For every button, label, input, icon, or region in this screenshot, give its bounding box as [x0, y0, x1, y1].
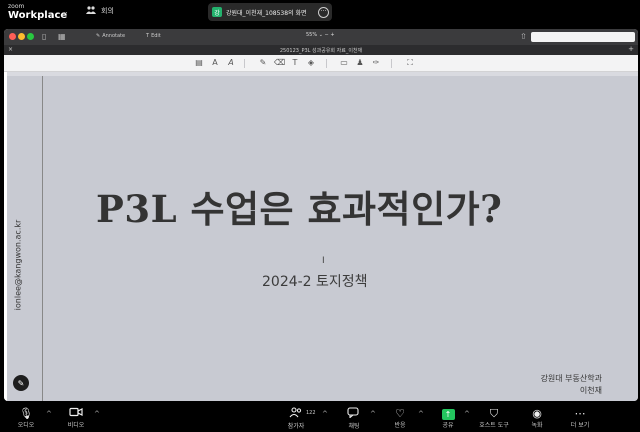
- pen-icon: ✎: [96, 33, 101, 39]
- video-button[interactable]: 비디오: [56, 407, 96, 430]
- meeting-menu[interactable]: 회의: [86, 6, 114, 16]
- annotate-pencil-icon[interactable]: ✎: [13, 375, 29, 391]
- meeting-label: 회의: [101, 7, 114, 15]
- share-title: 강원대_이천재_108538의 화면: [226, 9, 307, 17]
- heart-icon: ♡: [395, 407, 405, 420]
- share-user-badge: 강: [212, 7, 222, 17]
- slide-canvas: [4, 72, 638, 401]
- annotation-toolbar: ▤ A A ✎ ⌫ T ◈ ▭ ♟ ✑ ⛶: [4, 55, 638, 72]
- zoom-out-icon[interactable]: −: [325, 32, 329, 38]
- email-wrap: ionlee@kangwon.ac.kr: [3, 215, 33, 315]
- share-icon[interactable]: ⇧: [520, 32, 527, 41]
- microphone-icon: 🎙︎: [19, 407, 33, 420]
- zoom-screen: zoom Workplace ⌄ 회의 강 강원대_이천재_108538의 화면…: [0, 0, 640, 432]
- text-cursor-icon: I: [322, 256, 325, 266]
- share-label: 공유: [442, 422, 454, 429]
- record-button[interactable]: ◉ 녹화: [517, 407, 557, 430]
- more-options-icon[interactable]: ···: [318, 6, 329, 18]
- video-options-icon[interactable]: ^: [94, 410, 100, 418]
- participants-options-icon[interactable]: ^: [322, 410, 328, 418]
- brand-small-text: zoom: [8, 3, 25, 10]
- share-screen-button[interactable]: ↑ 공유: [428, 407, 468, 430]
- zoom-top-bar: zoom Workplace ⌄ 회의 강 강원대_이천재_108538의 화면…: [0, 0, 640, 26]
- eraser-icon[interactable]: ⌫: [274, 58, 285, 68]
- minimize-window-icon[interactable]: [18, 33, 25, 40]
- record-icon: ◉: [532, 407, 542, 420]
- record-label: 녹화: [531, 422, 543, 429]
- share-options-icon[interactable]: ^: [464, 410, 470, 418]
- maximize-window-icon[interactable]: [27, 33, 34, 40]
- more-label: 더 보기: [570, 422, 590, 429]
- zoom-in-icon[interactable]: +: [330, 32, 334, 38]
- chat-icon: [334, 407, 374, 421]
- edit-tool[interactable]: T Edit: [146, 33, 161, 39]
- annotate-label: Annotate: [102, 33, 126, 39]
- new-tab-icon[interactable]: +: [628, 45, 634, 53]
- pen-tool-icon[interactable]: ✎: [258, 58, 268, 68]
- text-size-icon[interactable]: A: [210, 58, 220, 68]
- annotate-tool[interactable]: ✎ Annotate: [96, 33, 125, 39]
- toolbar-divider: [326, 59, 327, 68]
- note-icon[interactable]: ▭: [339, 58, 349, 68]
- video-camera-icon: [56, 407, 96, 420]
- slide-title: P3L 수업은 효과적인가?: [96, 187, 503, 231]
- more-button[interactable]: ⋯ 더 보기: [560, 407, 600, 430]
- share-status-pill[interactable]: 강 강원대_이천재_108538의 화면 ···: [208, 3, 332, 21]
- audio-options-icon[interactable]: ^: [46, 410, 52, 418]
- zoom-bottom-toolbar: 🎙︎ 오디오 ^ 비디오 ^ 참가자 122 ^ 채팅 ^ ♡ 반응 ^ ↑ 공…: [0, 403, 640, 432]
- reactions-button[interactable]: ♡ 반응: [380, 407, 420, 430]
- presenter-email: ionlee@kangwon.ac.kr: [13, 219, 23, 311]
- text-style-icon[interactable]: A: [226, 58, 236, 68]
- reactions-label: 반응: [394, 422, 406, 429]
- share-screen-icon: ↑: [428, 407, 468, 420]
- presenter-name: 이천재: [579, 386, 602, 395]
- text-box-icon[interactable]: ▤: [194, 58, 204, 68]
- zoom-control[interactable]: 55% ⌄ − +: [306, 32, 335, 38]
- text-edit-icon: T: [146, 33, 150, 39]
- text-tool-icon[interactable]: T: [290, 58, 300, 68]
- slide-top-margin: [4, 72, 638, 76]
- chat-button[interactable]: 채팅: [334, 407, 374, 431]
- signature-icon[interactable]: ✑: [371, 58, 381, 68]
- chevron-down-icon[interactable]: ⌄: [62, 7, 69, 16]
- reactions-options-icon[interactable]: ^: [418, 410, 424, 418]
- slide-subtitle: 2024-2 토지정책: [262, 274, 368, 290]
- shield-icon: ⛉: [489, 407, 499, 420]
- people-icon: [86, 6, 96, 16]
- sidebar-toggle-icon[interactable]: ▯: [42, 32, 46, 41]
- zoom-dropdown-icon[interactable]: ⌄: [319, 32, 323, 38]
- document-title[interactable]: 250123_P3L 성과공유회 자료_이천재: [4, 47, 638, 54]
- close-window-icon[interactable]: [9, 33, 16, 40]
- slide-vertical-rule: [42, 76, 43, 401]
- toolbar-divider: [244, 59, 245, 68]
- window-titlebar: ▯ ▦ ✎ Annotate T Edit 55% ⌄ − + ⇧: [4, 29, 638, 45]
- audio-label: 오디오: [17, 422, 35, 429]
- tab-bar: × 250123_P3L 성과공유회 자료_이천재 +: [4, 45, 638, 55]
- grid-view-icon[interactable]: ▦: [58, 32, 66, 41]
- presenter-affiliation: 강원대 부동산학과: [540, 374, 602, 383]
- more-icon: ⋯: [574, 407, 586, 420]
- search-input[interactable]: [531, 32, 635, 42]
- toolbar-divider: [391, 59, 392, 68]
- participants-count: 122: [306, 410, 316, 416]
- video-label: 비디오: [67, 422, 85, 429]
- host-tools-button[interactable]: ⛉ 호스트 도구: [474, 407, 514, 430]
- participants-label: 참가자: [287, 423, 305, 430]
- chat-label: 채팅: [348, 423, 360, 430]
- host-tools-label: 호스트 도구: [479, 422, 509, 429]
- audio-button[interactable]: 🎙︎ 오디오: [6, 407, 46, 430]
- brand-big-text: Workplace: [8, 10, 68, 21]
- crop-icon[interactable]: ⛶: [405, 58, 415, 68]
- chat-options-icon[interactable]: ^: [370, 410, 376, 418]
- zoom-brand: zoom Workplace: [8, 3, 67, 21]
- shapes-icon[interactable]: ◈: [306, 58, 316, 68]
- edit-label: Edit: [151, 33, 161, 39]
- stamp-icon[interactable]: ♟: [355, 58, 365, 68]
- zoom-level: 55%: [306, 32, 318, 38]
